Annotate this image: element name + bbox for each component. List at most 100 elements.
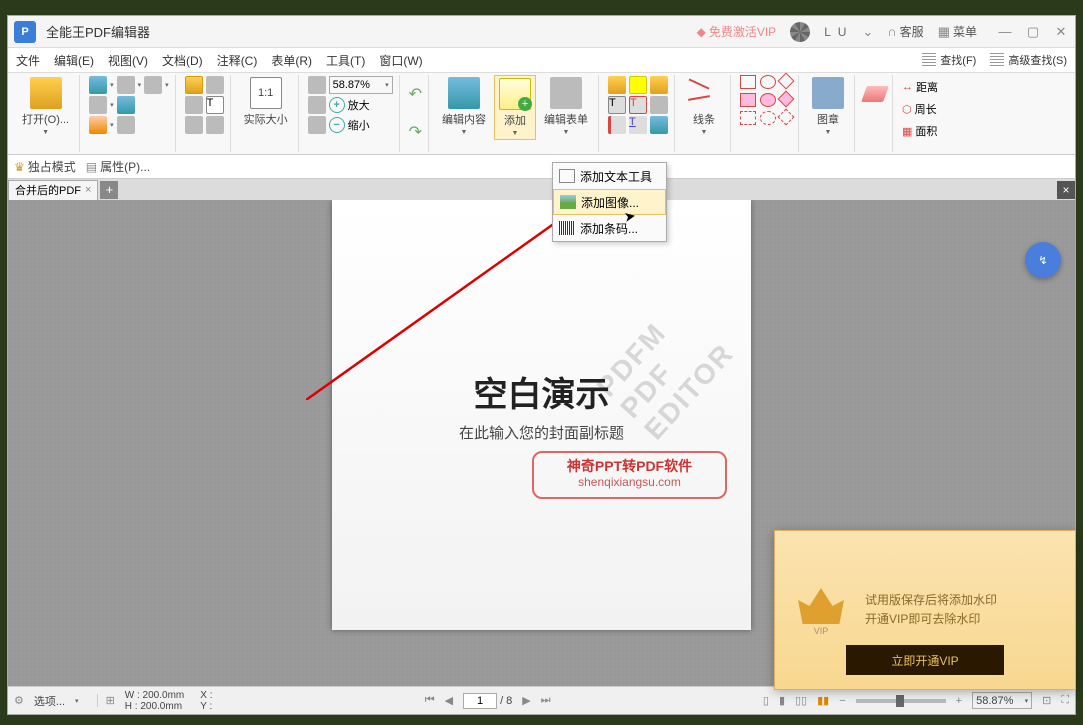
oval-icon[interactable] <box>760 75 776 89</box>
fit-status-icon[interactable]: ⊡ <box>1042 694 1051 707</box>
vip-activate-link[interactable]: ◆ 免费激活VIP <box>697 23 777 40</box>
zoom-slider[interactable] <box>856 699 946 703</box>
rotate-right-icon[interactable]: ↷ <box>409 122 422 142</box>
textbox-icon[interactable]: T <box>608 96 626 114</box>
edit-content-button[interactable]: 编辑内容▼ <box>438 75 490 138</box>
fullscreen-icon[interactable]: ⛶ <box>1061 694 1069 707</box>
close-button[interactable]: ✕ <box>1053 24 1069 40</box>
cloud2-icon[interactable] <box>760 111 776 125</box>
new-icon[interactable] <box>117 76 135 94</box>
menu-tool[interactable]: 工具(T) <box>326 52 365 69</box>
polygon-icon[interactable] <box>778 73 795 90</box>
prev-page-icon[interactable]: ◀ <box>445 694 453 707</box>
layout-book-icon[interactable]: ▮▮ <box>817 694 829 707</box>
export-icon[interactable] <box>117 116 135 134</box>
tab-merged-pdf[interactable]: 合并后的PDF × <box>8 180 98 200</box>
tool-a-icon[interactable] <box>185 116 203 134</box>
scan-icon[interactable] <box>117 96 135 114</box>
find-button[interactable]: 查找(F) <box>922 52 976 68</box>
menu-button[interactable]: ▦ 菜单 <box>938 23 977 40</box>
fit-icon[interactable] <box>308 76 326 94</box>
rect-fill-icon[interactable] <box>740 93 756 107</box>
attach-icon[interactable] <box>650 96 668 114</box>
menu-doc[interactable]: 文档(D) <box>162 52 203 69</box>
user-dropdown-icon[interactable]: ⌄ <box>862 24 873 40</box>
menu-file[interactable]: 文件 <box>16 52 40 69</box>
tabs-close-button[interactable]: × <box>1057 181 1075 199</box>
support-button[interactable]: ∩ 客服 <box>887 23 923 40</box>
dd-add-text[interactable]: 添加文本工具 <box>553 163 666 189</box>
gear-icon[interactable]: ⚙ <box>14 694 24 707</box>
sound-icon[interactable] <box>650 116 668 134</box>
layout-cont-icon[interactable]: ▮ <box>779 694 785 707</box>
tool-b-icon[interactable] <box>206 116 224 134</box>
tab-close-icon[interactable]: × <box>85 184 91 196</box>
next-page-icon[interactable]: ▶ <box>522 694 530 707</box>
lines-button[interactable]: 线条▼ <box>684 75 724 138</box>
options-button[interactable]: 选项... <box>34 693 65 709</box>
fit-h-icon[interactable] <box>308 116 326 134</box>
add-tab-button[interactable]: + <box>100 181 118 199</box>
edit-form-button[interactable]: 编辑表单▼ <box>540 75 592 138</box>
vip-upgrade-button[interactable]: 立即开通VIP <box>846 645 1004 675</box>
layout-single-icon[interactable]: ▯ <box>763 694 769 707</box>
undo-icon[interactable] <box>144 76 162 94</box>
zoom-in-status-icon[interactable]: + <box>956 695 962 707</box>
crop-icon[interactable]: ⊞ <box>97 694 115 707</box>
menu-view[interactable]: 视图(V) <box>108 52 148 69</box>
stamp-icon[interactable] <box>650 76 668 94</box>
menu-form[interactable]: 表单(R) <box>271 52 312 69</box>
callout-icon[interactable] <box>608 116 626 134</box>
zoom-status-input[interactable]: 58.87%▾ <box>972 692 1032 709</box>
minimize-button[interactable]: — <box>997 24 1013 40</box>
zoom-out-icon[interactable]: − <box>329 117 345 133</box>
rotate-left-icon[interactable]: ↶ <box>409 84 422 104</box>
menu-window[interactable]: 窗口(W) <box>379 52 422 69</box>
actual-size-button[interactable]: 1:1 实际大小 <box>240 75 292 129</box>
open-button[interactable]: 打开(O)... ▼ <box>18 75 73 138</box>
user-name[interactable]: L U <box>824 25 848 39</box>
print-icon[interactable] <box>89 96 107 114</box>
area-button[interactable]: ▦面积 <box>902 123 938 139</box>
zoom-out-status-icon[interactable]: − <box>839 695 845 707</box>
pdf-page[interactable]: PDFM PDF EDITOR 空白演示 在此输入您的封面副标题 神奇PPT转P… <box>332 200 751 630</box>
maximize-button[interactable]: ▢ <box>1025 24 1041 40</box>
dd-add-barcode[interactable]: 添加条码... <box>553 215 666 241</box>
menu-note[interactable]: 注释(C) <box>217 52 258 69</box>
camera-icon[interactable] <box>206 76 224 94</box>
zoom-in-icon[interactable]: + <box>329 97 345 113</box>
last-page-icon[interactable]: ⏭ <box>541 694 551 707</box>
eraser-icon[interactable] <box>861 86 889 102</box>
menu-edit[interactable]: 编辑(E) <box>54 52 94 69</box>
rect-icon[interactable] <box>740 75 756 89</box>
select-icon[interactable] <box>185 96 203 114</box>
zoom-thumb[interactable] <box>896 695 904 707</box>
hand-icon[interactable] <box>185 76 203 94</box>
zoom-input[interactable]: 58.87%▾ <box>329 76 393 94</box>
exclusive-mode-button[interactable]: ♛ 独占模式 <box>14 158 76 175</box>
text-select-icon[interactable]: T <box>206 96 224 114</box>
underline-icon[interactable]: T <box>629 116 647 134</box>
note-icon[interactable] <box>608 76 626 94</box>
page-input[interactable] <box>463 693 497 709</box>
save-icon[interactable] <box>89 76 107 94</box>
float-badge-button[interactable]: ↯ <box>1025 242 1061 278</box>
polygon-fill-icon[interactable] <box>778 91 795 108</box>
fit-w-icon[interactable] <box>308 96 326 114</box>
cloud-icon[interactable] <box>740 111 756 125</box>
distance-button[interactable]: ↔距离 <box>902 79 938 95</box>
avatar-icon[interactable] <box>790 22 810 42</box>
stamp-button[interactable]: 图章▼ <box>808 75 848 138</box>
add-button[interactable]: + 添加▼ <box>494 75 536 140</box>
strike-icon[interactable]: T <box>629 96 647 114</box>
properties-button[interactable]: ▤ 属性(P)... <box>86 158 150 175</box>
cloud3-icon[interactable] <box>778 109 795 126</box>
first-page-icon[interactable]: ⏮ <box>425 694 435 707</box>
adv-find-button[interactable]: 高级查找(S) <box>990 52 1067 68</box>
mail-icon[interactable] <box>89 116 107 134</box>
dd-add-image[interactable]: 添加图像... <box>553 189 666 215</box>
layout-double-icon[interactable]: ▯▯ <box>795 694 807 707</box>
highlight-icon[interactable] <box>629 76 647 94</box>
oval-fill-icon[interactable] <box>760 93 776 107</box>
perimeter-button[interactable]: ⬡周长 <box>902 101 938 117</box>
